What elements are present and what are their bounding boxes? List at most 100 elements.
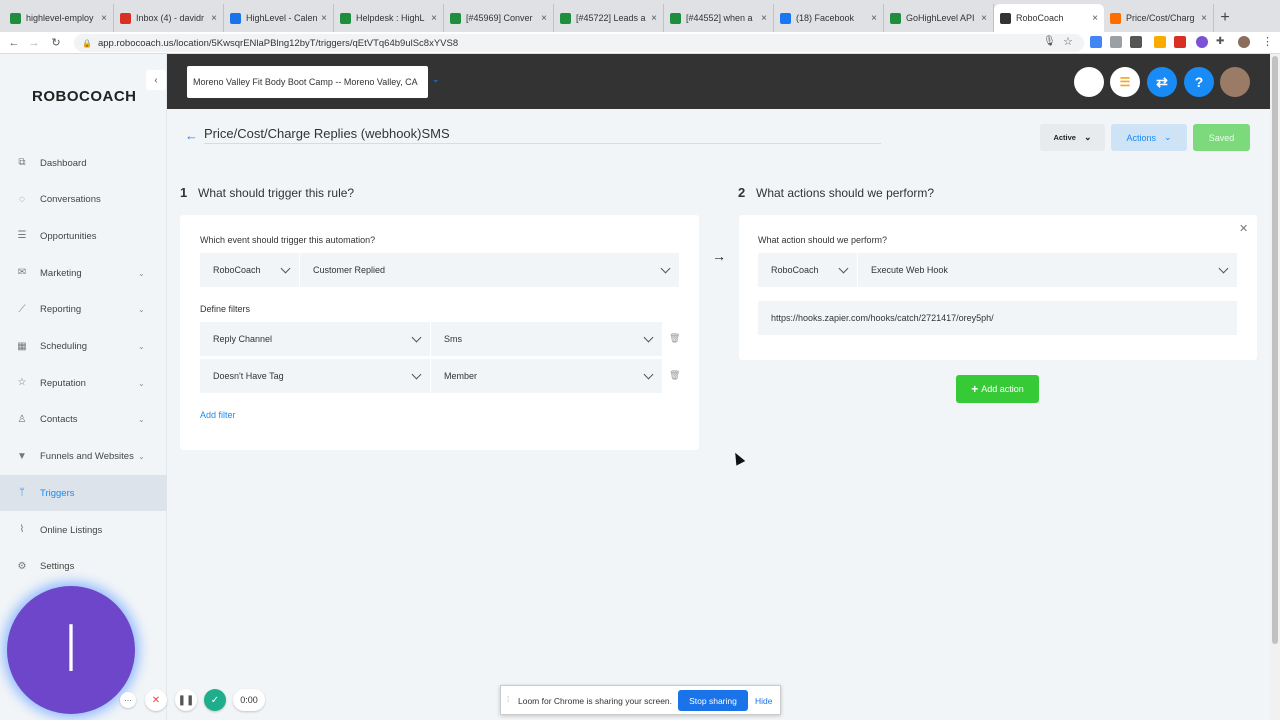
loom-more-button[interactable]: ⋯ xyxy=(120,692,136,708)
filter-field-select[interactable]: Reply Channel xyxy=(200,322,430,356)
trigger-app-select[interactable]: RoboCoach xyxy=(200,253,299,287)
sidebar-item-marketing[interactable]: ✉ Marketing ⌄ xyxy=(0,255,167,291)
browser-tab[interactable]: [#45722] Leads a × xyxy=(554,4,664,32)
sidebar-item-dashboard[interactable]: ⧉ Dashboard xyxy=(0,145,167,181)
switch-button[interactable]: ⇄ xyxy=(1147,67,1177,97)
trigger-event-select[interactable]: Customer Replied xyxy=(300,253,679,287)
tab-close-icon[interactable]: × xyxy=(101,13,107,24)
close-icon[interactable]: ✕ xyxy=(1239,222,1248,235)
status-value: Active xyxy=(1053,133,1076,142)
add-action-button[interactable]: + Add action xyxy=(956,375,1039,403)
scrollbar-thumb[interactable] xyxy=(1272,56,1278,644)
filter-value-select[interactable]: Sms xyxy=(431,322,662,356)
tab-close-icon[interactable]: × xyxy=(431,13,437,24)
browser-tab[interactable]: highlevel-employ × xyxy=(4,4,114,32)
drag-handle-icon[interactable]: ⁞ xyxy=(507,695,509,704)
filter-field-select[interactable]: Doesn't Have Tag xyxy=(200,359,430,393)
chevron-down-icon[interactable]: ⌄ xyxy=(432,74,440,85)
sidebar-item-funnels-and-websites[interactable]: ▼ Funnels and Websites ⌄ xyxy=(0,439,167,475)
extension-icon[interactable] xyxy=(1174,36,1186,48)
browser-tab[interactable]: (18) Facebook × xyxy=(774,4,884,32)
extension-icon[interactable] xyxy=(1196,36,1208,48)
extension-icon[interactable] xyxy=(1130,36,1142,48)
sidebar-item-scheduling[interactable]: ▦ Scheduling ⌄ xyxy=(0,329,167,365)
event-label: Which event should trigger this automati… xyxy=(200,235,376,245)
sidebar-item-reputation[interactable]: ☆ Reputation ⌄ xyxy=(0,365,167,401)
hide-button[interactable]: Hide xyxy=(755,696,772,706)
tab-close-icon[interactable]: × xyxy=(541,13,547,24)
tab-close-icon[interactable]: × xyxy=(321,13,327,24)
extension-icon[interactable] xyxy=(1110,36,1122,48)
sidebar-item-triggers[interactable]: ᛘ Triggers xyxy=(0,475,167,512)
calendar-icon: ▦ xyxy=(17,340,27,352)
trigger-title-input[interactable]: Price/Cost/Charge Replies (webhook)SMS xyxy=(204,126,881,144)
tasks-button[interactable]: ☰ xyxy=(1110,67,1140,97)
browser-tab[interactable]: Helpdesk : HighL × xyxy=(334,4,444,32)
collapse-sidebar-button[interactable]: ‹ xyxy=(146,70,166,90)
mic-icon[interactable]: 🎙 xyxy=(1043,36,1056,47)
browser-tab[interactable]: [#44552] when a × xyxy=(664,4,774,32)
tab-favicon-icon xyxy=(230,12,241,24)
back-arrow-icon[interactable]: ← xyxy=(185,128,198,143)
reload-icon[interactable]: ↻ xyxy=(46,36,66,49)
tab-close-icon[interactable]: × xyxy=(981,13,987,24)
trash-icon[interactable]: 🗑 xyxy=(669,333,680,344)
tab-close-icon[interactable]: × xyxy=(761,13,767,24)
stop-sharing-button[interactable]: Stop sharing xyxy=(678,690,748,711)
action-type-select[interactable]: Execute Web Hook xyxy=(858,253,1237,287)
action-card: ✕ What action should we perform? RoboCoa… xyxy=(739,215,1257,360)
bookmark-star-icon[interactable]: ☆ xyxy=(1063,35,1073,48)
tab-close-icon[interactable]: × xyxy=(871,13,877,24)
new-tab-icon[interactable]: + xyxy=(1214,4,1236,32)
chevron-down-icon xyxy=(660,263,671,274)
add-filter-link[interactable]: Add filter xyxy=(200,410,236,420)
page-scrollbar[interactable] xyxy=(1270,54,1280,720)
help-button[interactable]: ? xyxy=(1184,67,1214,97)
filter-value-select[interactable]: Member xyxy=(431,359,662,393)
browser-tab[interactable]: Price/Cost/Charg × xyxy=(1104,4,1214,32)
avatar-letter: I xyxy=(61,613,81,687)
sidebar-item-settings[interactable]: ⚙ Settings xyxy=(0,549,167,585)
extension-icon[interactable] xyxy=(1154,36,1166,48)
sidebar-item-opportunities[interactable]: ☰ Opportunities xyxy=(0,218,167,254)
extension-icon[interactable] xyxy=(1090,36,1102,48)
puzzle-icon[interactable]: ✚ xyxy=(1216,36,1224,47)
webhook-url-input[interactable]: https://hooks.zapier.com/hooks/catch/272… xyxy=(758,301,1237,335)
tab-close-icon[interactable]: × xyxy=(1092,13,1098,24)
tab-favicon-icon xyxy=(890,12,901,24)
step-title: What actions should we perform? xyxy=(756,186,935,200)
loom-cancel-button[interactable]: ✕ xyxy=(145,689,167,711)
tab-close-icon[interactable]: × xyxy=(1201,13,1207,24)
location-selector[interactable]: Moreno Valley Fit Body Boot Camp -- More… xyxy=(187,66,428,98)
saved-button[interactable]: Saved xyxy=(1193,124,1250,151)
loom-pause-button[interactable]: ❚❚ xyxy=(175,689,197,711)
status-dropdown[interactable]: Active ⌄ xyxy=(1040,124,1105,151)
browser-tab[interactable]: RoboCoach × xyxy=(994,4,1104,32)
kebab-menu-icon[interactable]: ⋮ xyxy=(1262,35,1273,48)
loom-camera-bubble[interactable]: I xyxy=(7,586,135,714)
avatar[interactable] xyxy=(1220,67,1250,97)
sidebar-item-label: Scheduling xyxy=(40,341,88,352)
browser-tab[interactable]: HighLevel - Calen × xyxy=(224,4,334,32)
trash-icon[interactable]: 🗑 xyxy=(669,370,680,381)
sidebar-item-online-listings[interactable]: ⌇ Online Listings xyxy=(0,512,167,548)
forward-icon[interactable]: → xyxy=(24,37,44,49)
sidebar-item-contacts[interactable]: ♙ Contacts ⌄ xyxy=(0,402,167,438)
loom-finish-button[interactable]: ✓ xyxy=(204,689,226,711)
tab-close-icon[interactable]: × xyxy=(651,13,657,24)
url-input[interactable]: 🔒 app.robocoach.us/location/5KwsqrENlaPB… xyxy=(74,34,1084,52)
sidebar-item-label: Reputation xyxy=(40,377,86,389)
back-icon[interactable]: ← xyxy=(4,37,24,49)
action-app-select[interactable]: RoboCoach xyxy=(758,253,857,287)
sidebar-item-conversations[interactable]: ◌ Conversations xyxy=(0,182,167,218)
browser-tab[interactable]: [#45969] Conver × xyxy=(444,4,554,32)
actions-dropdown[interactable]: Actions ⌄ xyxy=(1111,124,1187,151)
filter-value: Member xyxy=(444,371,478,381)
sidebar-item-reporting[interactable]: ⟋ Reporting ⌄ xyxy=(0,292,167,328)
tab-close-icon[interactable]: × xyxy=(211,13,217,24)
profile-avatar-icon[interactable] xyxy=(1238,36,1250,48)
dashboard-icon: ⧉ xyxy=(18,157,26,168)
phone-button[interactable] xyxy=(1074,67,1104,97)
browser-tab[interactable]: GoHighLevel API × xyxy=(884,4,994,32)
browser-tab[interactable]: Inbox (4) - davidr × xyxy=(114,4,224,32)
